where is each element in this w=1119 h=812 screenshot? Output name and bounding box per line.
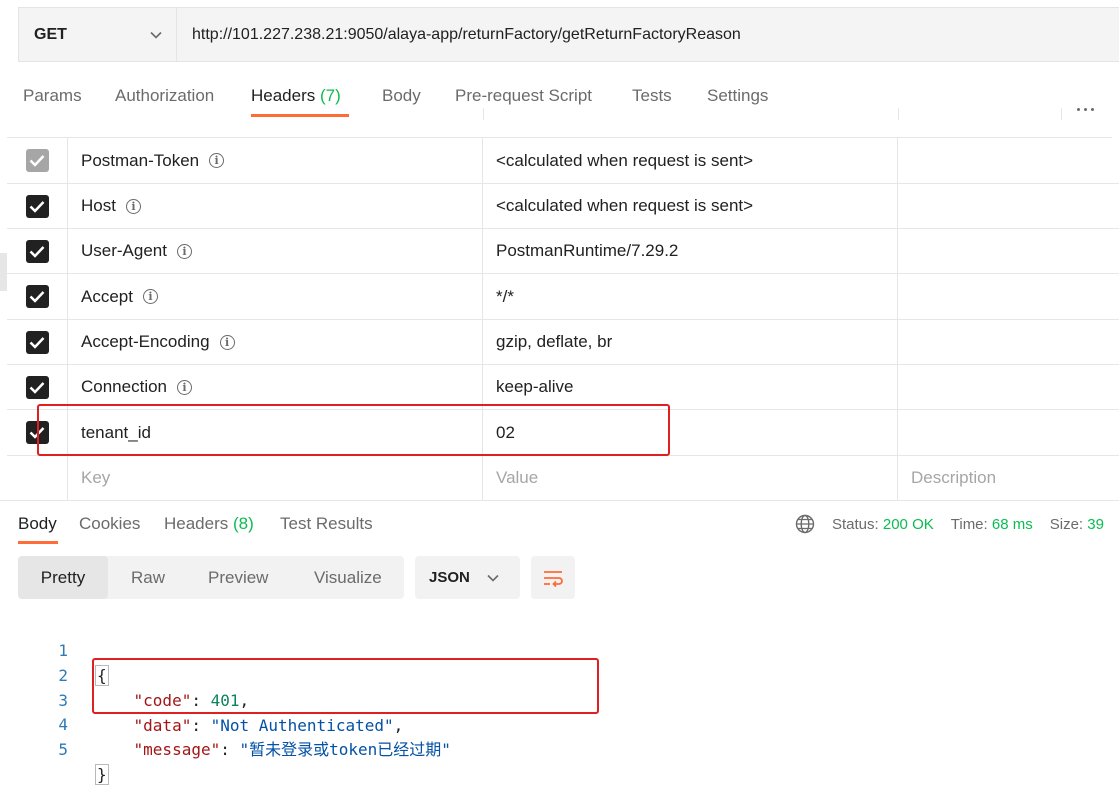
chevron-down-icon: [150, 26, 162, 44]
header-key[interactable]: Postman-Token: [81, 151, 199, 171]
view-pretty[interactable]: Pretty: [18, 556, 108, 599]
new-header-row: Key Value Description: [7, 456, 1119, 500]
header-description[interactable]: [899, 184, 1119, 228]
format-label: JSON: [429, 569, 470, 586]
code-line: 4 "message": "暂未登录或token已经过期": [58, 715, 451, 759]
table-row: Accept i */*: [7, 274, 1119, 320]
response-time[interactable]: 68 ms: [992, 516, 1033, 533]
info-icon[interactable]: i: [177, 379, 193, 395]
table-row: Accept-Encoding i gzip, deflate, br: [7, 320, 1119, 365]
highlight-box-header: [37, 404, 670, 456]
active-response-tab-indicator: [18, 541, 58, 544]
row-checkbox[interactable]: [25, 330, 49, 354]
header-value[interactable]: gzip, deflate, br: [496, 332, 612, 352]
header-key[interactable]: Host: [81, 196, 116, 216]
format-select[interactable]: JSON: [415, 556, 520, 599]
tab-headers[interactable]: Headers (7): [251, 86, 341, 106]
header-value[interactable]: PostmanRuntime/7.29.2: [496, 241, 678, 261]
globe-icon[interactable]: [795, 514, 815, 534]
scroll-edge: [0, 253, 7, 291]
table-row: Postman-Token i <calculated when request …: [7, 138, 1119, 184]
header-key[interactable]: Accept: [81, 287, 133, 307]
row-checkbox[interactable]: [25, 239, 49, 263]
tab-params[interactable]: Params: [23, 86, 82, 106]
view-visualize[interactable]: Visualize: [314, 556, 382, 599]
header-key[interactable]: Accept-Encoding: [81, 332, 210, 352]
header-key[interactable]: Connection: [81, 377, 167, 397]
table-header-scrolled: [7, 108, 1112, 120]
tab-tests[interactable]: Tests: [632, 86, 672, 106]
view-mode-tabs: Pretty Raw Preview Visualize: [18, 556, 404, 599]
view-raw[interactable]: Raw: [131, 556, 165, 599]
response-tab-headers[interactable]: Headers (8): [164, 514, 254, 534]
code-line: 5 }: [58, 740, 109, 785]
code-line: 1 {: [58, 641, 109, 686]
view-preview[interactable]: Preview: [208, 556, 268, 599]
row-checkbox[interactable]: [25, 285, 49, 308]
section-divider: [0, 500, 1119, 501]
chevron-down-icon: [487, 574, 499, 582]
description-input[interactable]: Description: [911, 468, 996, 488]
header-description[interactable]: [899, 138, 1119, 183]
header-description[interactable]: [899, 410, 1119, 455]
header-value[interactable]: */*: [496, 287, 514, 307]
header-value[interactable]: keep-alive: [496, 377, 574, 397]
header-description[interactable]: [899, 274, 1119, 319]
status-code[interactable]: 200 OK: [883, 516, 934, 533]
method-label: GET: [34, 25, 67, 43]
wrap-lines-button[interactable]: [531, 556, 575, 599]
header-value[interactable]: <calculated when request is sent>: [496, 196, 753, 216]
response-tab-cookies[interactable]: Cookies: [79, 514, 140, 534]
table-row: Host i <calculated when request is sent>: [7, 184, 1119, 229]
response-tab-test-results[interactable]: Test Results: [280, 514, 373, 534]
row-checkbox[interactable]: [25, 194, 49, 218]
info-icon[interactable]: i: [176, 243, 192, 259]
response-tab-body[interactable]: Body: [18, 514, 57, 534]
header-description[interactable]: [899, 320, 1119, 364]
response-status: Status: 200 OK Time: 68 ms Size: 39: [795, 514, 1104, 534]
request-url-bar: GET http://101.227.238.21:9050/alaya-app…: [18, 7, 1119, 62]
row-checkbox[interactable]: [25, 149, 49, 172]
row-checkbox[interactable]: [25, 375, 49, 399]
tab-settings[interactable]: Settings: [707, 86, 768, 106]
key-input[interactable]: Key: [81, 468, 110, 488]
table-row: User-Agent i PostmanRuntime/7.29.2: [7, 229, 1119, 274]
header-value[interactable]: <calculated when request is sent>: [496, 151, 753, 171]
wrap-icon: [542, 569, 564, 587]
tab-body[interactable]: Body: [382, 86, 421, 106]
info-icon[interactable]: i: [142, 289, 158, 304]
more-options-icon[interactable]: [1077, 108, 1094, 111]
url-input[interactable]: http://101.227.238.21:9050/alaya-app/ret…: [177, 26, 741, 44]
method-select[interactable]: GET: [19, 8, 177, 61]
header-description[interactable]: [899, 229, 1119, 273]
info-icon[interactable]: i: [125, 198, 141, 214]
header-description[interactable]: [899, 365, 1119, 409]
tab-authorization[interactable]: Authorization: [115, 86, 214, 106]
highlight-box-response: [92, 658, 599, 714]
response-size[interactable]: 39: [1087, 516, 1104, 533]
info-icon[interactable]: i: [219, 334, 235, 350]
info-icon[interactable]: i: [209, 153, 225, 168]
code-line: 3 "data": "Not Authenticated",: [58, 691, 404, 735]
value-input[interactable]: Value: [496, 468, 538, 488]
header-key[interactable]: User-Agent: [81, 241, 167, 261]
code-line: 2 "code": 401,: [58, 666, 250, 710]
tab-pre-request-script[interactable]: Pre-request Script: [455, 86, 592, 106]
